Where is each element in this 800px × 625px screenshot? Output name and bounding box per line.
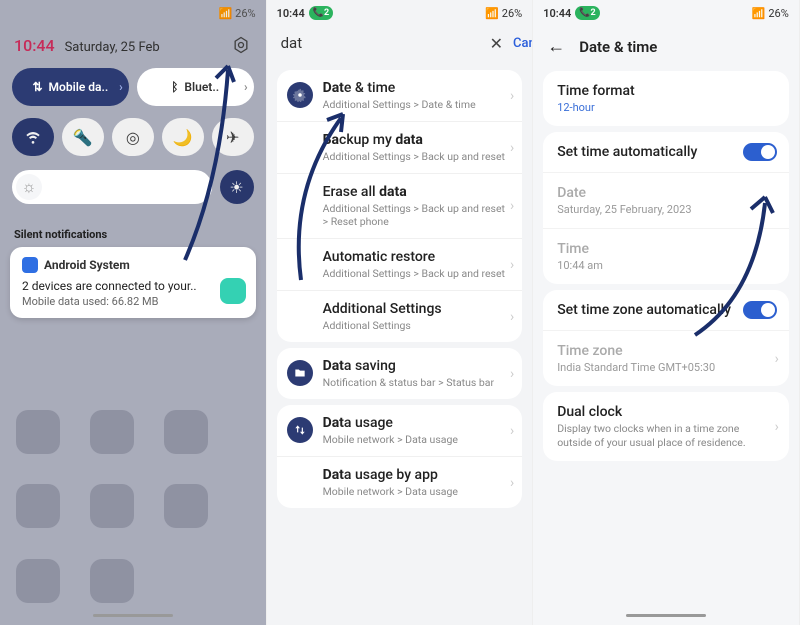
result-data-usage[interactable]: Data usage Mobile network > Data usage › (277, 405, 523, 456)
result-path: Additional Settings > Date & time (323, 98, 509, 111)
gear-icon (287, 82, 313, 108)
chevron-right-icon: › (510, 475, 514, 491)
clear-search-icon[interactable]: ✕ (490, 32, 503, 54)
result-path: Mobile network > Data usage (323, 485, 509, 498)
chevron-right-icon: › (510, 309, 514, 325)
time-row: Time 10:44 am (543, 228, 789, 284)
signal-icon: 📶 (485, 7, 499, 20)
result-path: Additional Settings > Back up and reset … (323, 202, 509, 228)
bluetooth-label: Bluet.. (184, 80, 219, 94)
titlebar: ← Date & time (533, 26, 799, 65)
chevron-right-icon: › (510, 198, 514, 214)
result-additional-settings[interactable]: Additional Settings Additional Settings … (277, 290, 523, 342)
result-data-saving[interactable]: Data saving Notification & status bar > … (277, 348, 523, 399)
tz-row: Time zone India Standard Time GMT+05:30 … (543, 330, 789, 386)
auto-time-card: Set time automatically Date Saturday, 25… (543, 132, 789, 284)
folder-icon (287, 360, 313, 386)
phone-quick-settings: 📶 26% 10:44 Saturday, 25 Feb ⇅ Mobile da… (0, 0, 267, 625)
status-time: 10:44 (277, 7, 305, 20)
row-label: Time format (557, 83, 775, 99)
updown-icon (287, 417, 313, 443)
settings-search-bar: ✕ Cancel (267, 26, 533, 64)
sim-badge: 📞2 (575, 6, 599, 20)
chevron-right-icon: › (510, 366, 514, 382)
notification-app: Android System (44, 258, 130, 272)
row-value: 10:44 am (557, 259, 775, 272)
time-format-card: Time format 12-hour (543, 71, 789, 126)
chevron-right-icon[interactable]: › (244, 80, 248, 94)
notification-line1: 2 devices are connected to your.. (22, 279, 244, 293)
home-indicator[interactable] (93, 614, 173, 617)
back-button[interactable]: ← (547, 36, 565, 57)
home-indicator[interactable] (626, 614, 706, 617)
android-system-icon (22, 257, 38, 273)
result-data-usage-app[interactable]: Data usage by app Mobile network > Data … (277, 456, 523, 508)
row-value: Saturday, 25 February, 2023 (557, 203, 775, 216)
row-label: Dual clock (557, 404, 775, 420)
chevron-right-icon: › (510, 140, 514, 156)
result-erase-data[interactable]: Erase all data Additional Settings > Bac… (277, 173, 523, 238)
result-path: Mobile network > Data usage (323, 433, 509, 446)
mobile-data-chip[interactable]: ⇅ Mobile da.. › (12, 68, 129, 106)
time-format-row[interactable]: Time format 12-hour (543, 71, 789, 126)
chevron-right-icon: › (510, 257, 514, 273)
signal-icon: 📶 (752, 7, 766, 20)
bluetooth-icon: ᛒ (171, 80, 178, 94)
timezone-card: Set time zone automatically Time zone In… (543, 290, 789, 386)
chevron-right-icon: › (510, 88, 514, 104)
row-value: India Standard Time GMT+05:30 (557, 361, 775, 374)
result-path: Additional Settings > Back up and reset (323, 150, 509, 163)
notification-card[interactable]: Android System 2 devices are connected t… (10, 247, 256, 318)
auto-tz-toggle[interactable] (743, 301, 777, 319)
results-group-3: Data usage Mobile network > Data usage ›… (277, 405, 523, 508)
result-date-time[interactable]: Date & time Additional Settings > Date &… (277, 70, 523, 121)
page-title: Date & time (579, 38, 657, 56)
cancel-button[interactable]: Cancel (513, 36, 533, 51)
chevron-right-icon: › (775, 419, 779, 435)
battery-percent: 26% (768, 7, 788, 20)
sim-badge: 📞2 (309, 6, 333, 20)
date-row: Date Saturday, 25 February, 2023 (543, 172, 789, 228)
notification-line2: Mobile data used: 66.82 MB (22, 295, 244, 308)
dual-clock-row[interactable]: Dual clock Display two clocks when in a … (543, 392, 789, 461)
battery-percent: 26% (502, 7, 522, 20)
row-description: Display two clocks when in a time zone o… (557, 422, 775, 449)
auto-time-toggle[interactable] (743, 143, 777, 161)
auto-time-row[interactable]: Set time automatically (543, 132, 789, 172)
results-group-2: Data saving Notification & status bar > … (277, 348, 523, 399)
chevron-right-icon: › (775, 351, 779, 367)
chevron-right-icon: › (510, 423, 514, 439)
result-backup-data[interactable]: Backup my data Additional Settings > Bac… (277, 121, 523, 173)
result-path: Additional Settings > Back up and reset (323, 267, 509, 280)
mobile-data-label: Mobile da.. (49, 80, 109, 94)
result-path: Additional Settings (323, 319, 509, 332)
search-input[interactable] (281, 34, 480, 52)
results-group-1: Date & time Additional Settings > Date &… (277, 70, 523, 342)
updown-icon: ⇅ (32, 80, 42, 94)
status-time: 10:44 (543, 7, 571, 20)
notification-action-icon[interactable] (220, 278, 246, 304)
brightness-knob[interactable]: ☼ (16, 174, 42, 200)
dual-clock-card: Dual clock Display two clocks when in a … (543, 392, 789, 461)
phone-settings-search: 10:44 📞2 📶 26% ✕ Cancel Date & time Addi… (267, 0, 534, 625)
row-label: Date (557, 185, 775, 201)
auto-tz-row[interactable]: Set time zone automatically (543, 290, 789, 330)
row-label: Time zone (557, 343, 775, 359)
result-path: Notification & status bar > Status bar (323, 376, 509, 389)
chevron-right-icon[interactable]: › (119, 80, 123, 94)
result-auto-restore[interactable]: Automatic restore Additional Settings > … (277, 238, 523, 290)
row-value: 12-hour (557, 101, 775, 114)
brightness-track[interactable]: ☼ (12, 170, 212, 204)
bluetooth-chip[interactable]: ᛒ Bluet.. › (137, 68, 254, 106)
phone-date-time-settings: 10:44 📞2 📶 26% ← Date & time Time format… (533, 0, 800, 625)
status-bar: 10:44 📞2 📶 26% (267, 0, 533, 26)
row-label: Time (557, 241, 775, 257)
status-bar: 10:44 📞2 📶 26% (533, 0, 799, 26)
